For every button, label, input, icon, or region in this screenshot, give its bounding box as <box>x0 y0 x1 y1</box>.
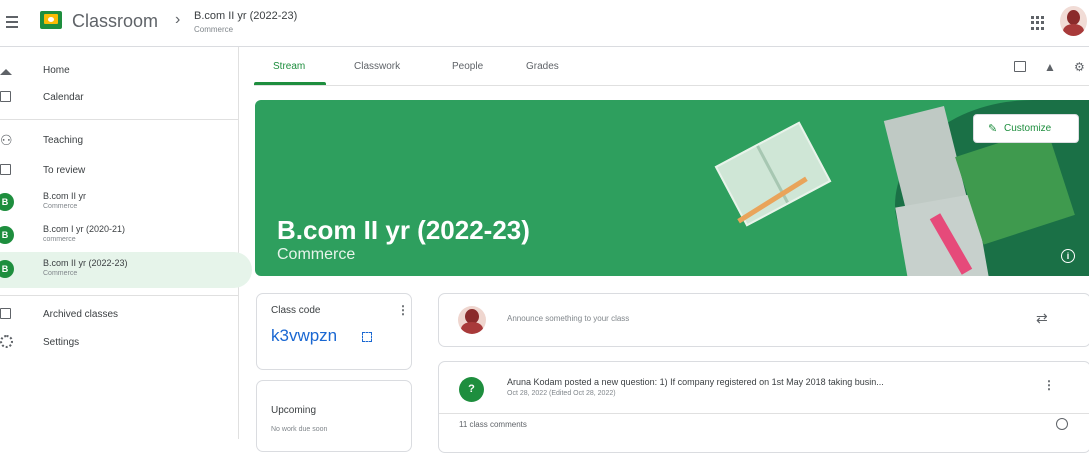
class-avatar: B <box>0 226 14 244</box>
sidebar-item-label: Teaching <box>43 135 84 146</box>
user-avatar <box>458 306 486 334</box>
banner-class-subtitle: Commerce <box>277 246 356 263</box>
info-icon[interactable]: i <box>1061 249 1075 263</box>
class-name: B.com I yr (2020-21) <box>43 224 126 234</box>
class-code-label: Class code <box>271 305 321 316</box>
sidebar-item-settings[interactable]: Settings <box>0 331 236 357</box>
people-icon: ⚇ <box>0 132 13 148</box>
post-divider <box>439 413 1089 414</box>
tab-classwork[interactable]: Classwork <box>354 61 400 72</box>
announce-input[interactable]: Announce something to your class <box>507 314 629 323</box>
home-icon <box>0 63 12 77</box>
more-options-icon[interactable]: ⋮ <box>1043 378 1055 392</box>
app-title[interactable]: Classroom <box>72 11 158 32</box>
sidebar-class-item[interactable]: B B.com I yr (2020-21) commerce <box>0 218 252 254</box>
stream-post-card[interactable]: ? Aruna Kodam posted a new question: 1) … <box>438 361 1089 453</box>
class-section: Commerce <box>43 203 78 210</box>
class-name: B.com II yr <box>43 191 87 201</box>
question-icon: ? <box>459 377 484 402</box>
sidebar-item-label: Settings <box>43 337 80 348</box>
sidebar-item-label: Calendar <box>43 92 84 103</box>
account-avatar[interactable] <box>1060 6 1087 36</box>
class-tabs: Stream Classwork People Grades <box>254 47 1089 86</box>
breadcrumb-class-subtitle: Commerce <box>194 25 234 34</box>
google-apps-icon[interactable] <box>1031 16 1045 30</box>
pencil-icon: ✎ <box>988 123 998 135</box>
more-options-icon[interactable]: ⋮ <box>397 303 409 317</box>
tab-stream[interactable]: Stream <box>273 61 305 72</box>
sidebar-class-item-active[interactable]: B B.com II yr (2022-23) Commerce <box>0 252 252 288</box>
calendar-icon[interactable] <box>1014 61 1026 72</box>
fullscreen-icon[interactable] <box>362 332 372 342</box>
class-avatar: B <box>0 260 14 278</box>
calendar-icon <box>0 90 12 104</box>
post-title[interactable]: Aruna Kodam posted a new question: 1) If… <box>507 377 884 387</box>
customize-button[interactable]: ✎ Customize <box>973 114 1079 143</box>
class-banner: B.com II yr (2022-23) Commerce ✎ Customi… <box>255 100 1089 276</box>
sidebar-item-archived[interactable]: Archived classes <box>0 303 236 329</box>
settings-icon[interactable]: ⚙ <box>1074 60 1085 74</box>
customize-label: Customize <box>1004 123 1052 134</box>
class-avatar: B <box>0 193 14 211</box>
sidebar-item-to-review[interactable]: To review <box>0 159 236 185</box>
upcoming-empty-text: No work due soon <box>271 426 328 433</box>
class-code-card: Class code ⋮ k3vwpzn <box>256 293 412 370</box>
tab-grades[interactable]: Grades <box>526 61 559 72</box>
sidebar-item-teaching[interactable]: ⚇ Teaching <box>0 129 236 155</box>
comment-icon[interactable] <box>1056 418 1068 430</box>
drive-folder-icon[interactable]: ▲ <box>1044 60 1056 74</box>
class-comments-link[interactable]: 11 class comments <box>459 420 527 429</box>
active-tab-indicator <box>254 82 326 85</box>
announce-card[interactable]: Announce something to your class ⇄ <box>438 293 1089 347</box>
classroom-logo-icon[interactable] <box>40 11 62 29</box>
sidebar-divider <box>0 119 238 120</box>
banner-open-book-illustration <box>714 121 832 227</box>
repost-icon[interactable]: ⇄ <box>1036 310 1048 327</box>
sidebar-item-home[interactable]: Home <box>0 59 236 85</box>
class-section: commerce <box>43 236 76 243</box>
navigation-drawer: Home Calendar ⚇ Teaching To review B B.c… <box>0 47 252 439</box>
breadcrumb-chevron-icon: › <box>175 11 181 28</box>
sidebar-item-label: To review <box>43 165 86 176</box>
archive-icon <box>0 307 12 321</box>
sidebar-divider <box>0 295 238 296</box>
sidebar-class-item[interactable]: B B.com II yr Commerce <box>0 185 252 221</box>
main-menu-icon[interactable] <box>6 16 18 28</box>
sidebar-item-label: Home <box>43 65 70 76</box>
class-name: B.com II yr (2022-23) <box>43 258 128 268</box>
sidebar-item-label: Archived classes <box>43 309 119 320</box>
class-code-value: k3vwpzn <box>271 326 338 345</box>
review-icon <box>0 163 12 177</box>
sidebar-item-calendar[interactable]: Calendar <box>0 86 236 112</box>
upcoming-card: Upcoming No work due soon <box>256 380 412 452</box>
upcoming-label: Upcoming <box>271 405 317 416</box>
top-app-bar: Classroom › B.com II yr (2022-23) Commer… <box>0 0 1089 47</box>
breadcrumb-class-title: B.com II yr (2022-23) <box>194 10 298 22</box>
tab-people[interactable]: People <box>452 61 483 72</box>
post-date: Oct 28, 2022 (Edited Oct 28, 2022) <box>507 390 616 397</box>
class-section: Commerce <box>43 270 78 277</box>
gear-icon <box>0 335 13 349</box>
banner-class-title: B.com II yr (2022-23) <box>277 215 530 245</box>
